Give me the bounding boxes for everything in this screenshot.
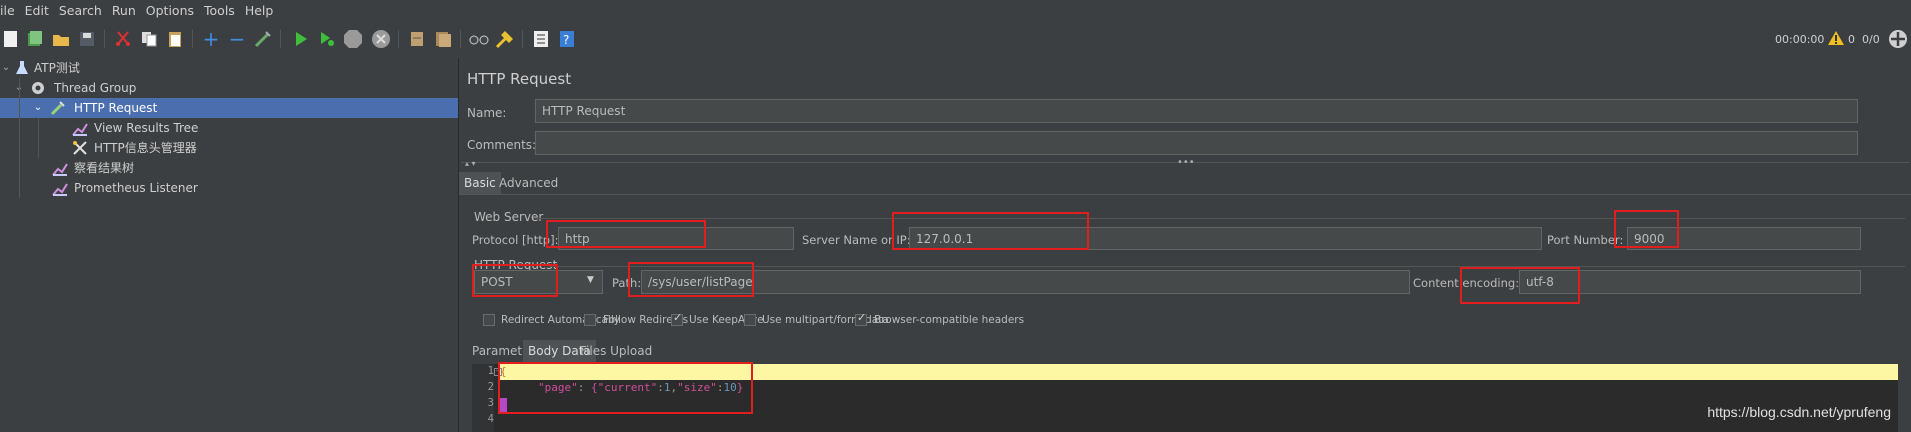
start-no-pauses-icon[interactable] — [316, 28, 338, 50]
drag-handle-icon[interactable]: ••• — [1177, 157, 1195, 168]
clear-all-icon[interactable] — [432, 28, 454, 50]
tree-node-prometheus-listener[interactable]: Prometheus Listener — [0, 178, 458, 198]
menu-help[interactable]: Help — [245, 3, 274, 18]
collapse-arrows-icon[interactable]: ▴ ▾ — [465, 159, 476, 168]
menu-search[interactable]: Search — [59, 3, 102, 18]
tree-guide-line — [38, 118, 39, 158]
port-label: Port Number: — [1547, 233, 1624, 247]
web-server-title: Web Server — [474, 210, 544, 224]
function-helper-icon[interactable] — [530, 28, 552, 50]
test-plan-icon — [14, 60, 30, 76]
tree-node-header-manager[interactable]: HTTP信息头管理器 — [0, 138, 458, 158]
line-number: 4 — [487, 413, 494, 425]
new-icon[interactable] — [0, 28, 22, 50]
reset-search-icon[interactable] — [494, 28, 516, 50]
stop-icon[interactable] — [342, 28, 364, 50]
follow-redirects-checkbox[interactable] — [584, 314, 596, 326]
keepalive-checkbox[interactable] — [671, 311, 683, 326]
help-icon[interactable]: ? — [556, 28, 578, 50]
highlight-box — [1614, 210, 1679, 248]
toggle-icon[interactable] — [252, 28, 274, 50]
thread-count: 0/0 — [1862, 33, 1880, 46]
tree-node-view-results-tree[interactable]: View Results Tree — [0, 118, 458, 138]
gear-icon — [30, 80, 46, 96]
chart-icon — [52, 160, 68, 176]
chevron-down-icon[interactable]: ▼ — [587, 275, 594, 285]
tab-files-upload[interactable]: Files Upload — [575, 340, 657, 362]
elapsed-timer: 00:00:00 — [1775, 33, 1825, 46]
multipart-checkbox[interactable] — [744, 314, 756, 326]
checkbox-label: Use multipart/form-data — [762, 314, 889, 326]
highlight-box — [498, 362, 753, 414]
warning-count: 0 — [1848, 33, 1855, 46]
name-label: Name: — [467, 106, 507, 120]
menu-tools[interactable]: Tools — [204, 3, 235, 18]
tree-label: Prometheus Listener — [74, 181, 198, 195]
line-number: 3 — [487, 397, 494, 409]
tree-label: 察看结果树 — [74, 161, 135, 175]
path-field[interactable]: /sys/user/listPage — [641, 270, 1410, 294]
tree-label: Thread Group — [54, 81, 137, 95]
tree-label: HTTP信息头管理器 — [94, 141, 197, 155]
highlight-box — [1460, 267, 1580, 304]
tools-icon — [72, 140, 88, 156]
tree-node-http-request[interactable]: ⌄ HTTP Request — [0, 98, 458, 118]
copy-icon[interactable] — [138, 28, 160, 50]
menu-file[interactable]: ile — [0, 3, 15, 18]
tree-guide-line — [19, 78, 20, 198]
test-plan-tree: ⌄ ATP测试 ⌄ Thread Group ⌄ HTTP Request Vi… — [0, 58, 459, 432]
tree-label: ATP测试 — [34, 61, 80, 75]
tab-advanced[interactable]: Advanced — [494, 172, 563, 194]
name-field[interactable]: HTTP Request — [535, 99, 1858, 123]
browser-headers-checkbox[interactable] — [855, 311, 867, 326]
templates-icon[interactable] — [24, 28, 46, 50]
redirect-automatically-checkbox[interactable] — [483, 314, 495, 326]
menu-bar: ile Edit Search Run Options Tools Help — [0, 0, 1911, 20]
remote-icon[interactable] — [1888, 29, 1908, 52]
line-number: 2 — [487, 381, 494, 393]
start-icon[interactable] — [290, 28, 312, 50]
watermark-text: https://blog.csdn.net/yprufeng — [1707, 404, 1891, 420]
tab-divider — [459, 194, 1911, 195]
tree-node-test-plan[interactable]: ⌄ ATP测试 — [0, 58, 458, 78]
menu-run[interactable]: Run — [112, 3, 136, 18]
group-border — [533, 218, 1905, 219]
paste-icon[interactable] — [164, 28, 186, 50]
chevron-down-icon[interactable]: ⌄ — [0, 58, 12, 78]
search-icon[interactable] — [468, 28, 490, 50]
comments-label: Comments: — [467, 138, 537, 152]
menu-edit[interactable]: Edit — [25, 3, 49, 18]
checkbox-label: Browser-compatible headers — [874, 314, 1025, 326]
tree-label: View Results Tree — [94, 121, 199, 135]
chart-icon — [72, 120, 88, 136]
shutdown-icon[interactable] — [370, 28, 392, 50]
expand-icon[interactable]: + — [200, 27, 222, 51]
toolbar: + − ? 00:00:00 0 0/0 — [0, 20, 1911, 59]
highlight-box — [546, 220, 706, 248]
open-icon[interactable] — [50, 28, 72, 50]
pipette-icon — [50, 100, 66, 116]
tree-node-results-tree-cn[interactable]: 察看结果树 — [0, 158, 458, 178]
svg-text:?: ? — [563, 33, 569, 47]
chart-icon — [52, 180, 68, 196]
warning-icon[interactable] — [1827, 30, 1845, 49]
menu-options[interactable]: Options — [146, 3, 194, 18]
cut-icon[interactable] — [112, 28, 134, 50]
collapse-icon[interactable]: − — [226, 27, 248, 51]
save-icon[interactable] — [76, 28, 98, 50]
highlight-box — [472, 264, 558, 297]
clear-icon[interactable] — [406, 28, 428, 50]
line-number: 1 — [487, 365, 494, 377]
body-data-editor[interactable]: 1 2 3 4 − { "page": {"current":1,"size":… — [472, 362, 1898, 432]
highlight-box — [628, 262, 754, 297]
highlight-box — [892, 212, 1089, 250]
tree-label: HTTP Request — [74, 101, 158, 115]
tree-node-thread-group[interactable]: ⌄ Thread Group — [0, 78, 458, 98]
chevron-down-icon[interactable]: ⌄ — [32, 98, 44, 118]
comments-field[interactable] — [535, 131, 1858, 155]
panel-title: HTTP Request — [467, 70, 572, 88]
